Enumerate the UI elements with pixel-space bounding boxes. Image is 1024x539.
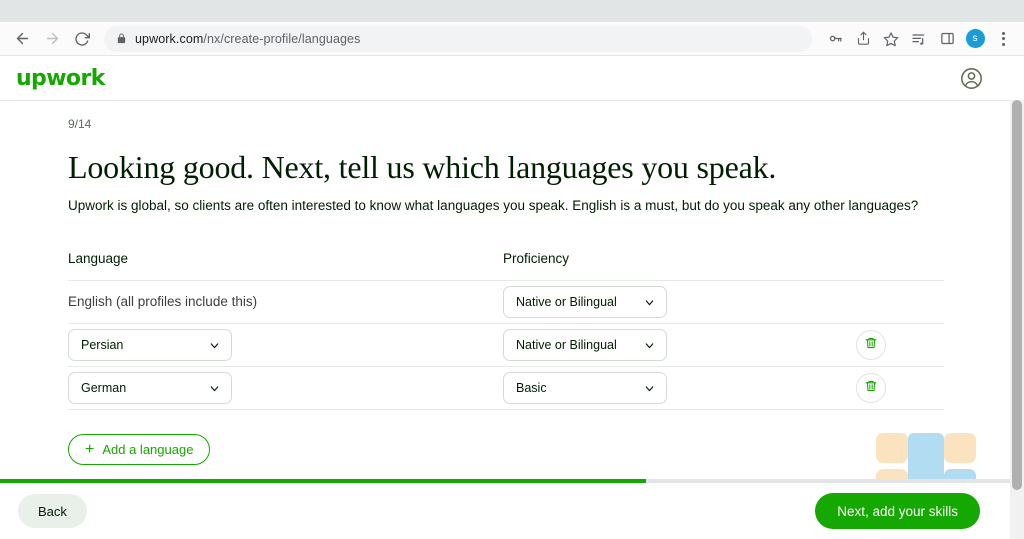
proficiency-select-persian[interactable]: Native or Bilingual (503, 329, 667, 361)
step-counter: 9/14 (68, 117, 92, 131)
reload-icon[interactable] (68, 25, 96, 53)
lock-icon (116, 33, 127, 44)
languages-table: Language Proficiency English (all profil… (68, 251, 944, 410)
toolbar-icons: s (822, 26, 1016, 52)
column-header-actions (848, 251, 944, 266)
language-select-persian[interactable]: Persian (68, 329, 232, 361)
browser-tabstrip[interactable] (0, 0, 1024, 22)
browser-chrome: upwork.com/nx/create-profile/languages s (0, 0, 1024, 56)
main-content: 9/14 Looking good. Next, tell us which l… (0, 101, 1010, 465)
chevron-down-icon (643, 296, 656, 309)
language-value: Persian (81, 338, 124, 352)
proficiency-value: Native or Bilingual (516, 338, 617, 352)
forward-icon[interactable] (38, 25, 66, 53)
address-bar[interactable]: upwork.com/nx/create-profile/languages (104, 25, 812, 52)
page-subtitle: Upwork is global, so clients are often i… (68, 198, 919, 213)
table-row: English (all profiles include this) Nati… (68, 281, 944, 324)
share-icon[interactable] (850, 26, 876, 52)
language-value: German (81, 381, 127, 395)
language-select-german[interactable]: German (68, 372, 232, 404)
side-panel-icon[interactable] (934, 26, 960, 52)
next-button[interactable]: Next, add your skills (815, 493, 980, 529)
add-language-label: Add a language (102, 442, 194, 457)
back-icon[interactable] (8, 25, 36, 53)
chevron-down-icon (643, 339, 656, 352)
profile-avatar[interactable]: s (962, 26, 988, 52)
url-path: /nx/create-profile/languages (203, 31, 361, 46)
page-scrollbar[interactable] (1010, 100, 1024, 539)
browser-toolbar: upwork.com/nx/create-profile/languages s (0, 22, 1024, 56)
upwork-logo[interactable]: upwork (16, 66, 105, 91)
page-title: Looking good. Next, tell us which langua… (68, 149, 777, 185)
star-icon[interactable] (878, 26, 904, 52)
plus-icon: + (85, 440, 95, 458)
english-row-label: English (all profiles include this) (68, 294, 258, 309)
proficiency-value: Basic (516, 381, 547, 395)
table-row: Persian Native or Bilingual (68, 324, 944, 367)
reading-list-icon[interactable] (906, 26, 932, 52)
page-root: upwork 9/14 Looking good. Next, tell us … (0, 56, 1010, 539)
user-circle-icon[interactable] (959, 66, 984, 91)
table-row: German Basic (68, 367, 944, 410)
table-header-row: Language Proficiency (68, 251, 944, 281)
footer-bar: Back Next, add your skills (0, 483, 1010, 539)
chevron-down-icon (208, 382, 221, 395)
site-header: upwork (0, 56, 1010, 101)
url-text: upwork.com/nx/create-profile/languages (135, 32, 360, 46)
column-header-proficiency: Proficiency (503, 251, 570, 266)
trash-icon (864, 379, 878, 398)
kebab-menu-icon[interactable] (990, 26, 1016, 52)
delete-language-persian-button[interactable] (856, 330, 886, 360)
url-host: upwork.com (135, 31, 204, 46)
delete-language-german-button[interactable] (856, 373, 886, 403)
column-header-language: Language (68, 251, 129, 266)
profile-initial: s (965, 29, 985, 48)
chevron-down-icon (643, 382, 656, 395)
proficiency-value: Native or Bilingual (516, 295, 617, 309)
add-language-button[interactable]: + Add a language (68, 434, 211, 465)
proficiency-select-english[interactable]: Native or Bilingual (503, 286, 667, 318)
chevron-down-icon (208, 339, 221, 352)
scrollbar-thumb[interactable] (1012, 100, 1022, 490)
page-viewport: upwork 9/14 Looking good. Next, tell us … (0, 56, 1024, 539)
key-icon[interactable] (822, 26, 848, 52)
back-button[interactable]: Back (18, 494, 87, 528)
proficiency-select-german[interactable]: Basic (503, 372, 667, 404)
trash-icon (864, 336, 878, 355)
